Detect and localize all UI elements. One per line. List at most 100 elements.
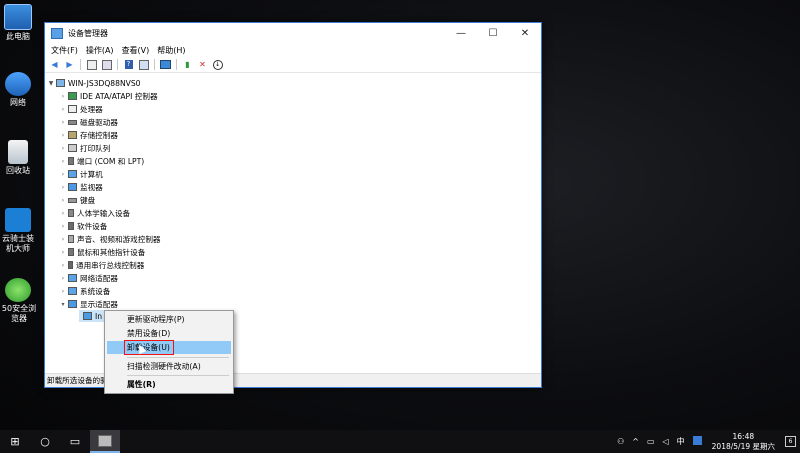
tree-item-network[interactable]: › 网络适配器: [59, 272, 118, 284]
tree-root[interactable]: ▼ WIN-JS3DQ88NVS0: [47, 77, 141, 89]
menu-view[interactable]: 查看(V): [118, 45, 154, 56]
tree-item-label: 软件设备: [77, 221, 108, 231]
processor-icon: [68, 105, 77, 113]
menu-item-properties[interactable]: 属性(R): [107, 378, 231, 391]
expand-arrow-icon[interactable]: ›: [59, 106, 67, 113]
expand-arrow-icon[interactable]: ›: [59, 158, 67, 165]
collapse-arrow-icon[interactable]: ▼: [47, 80, 55, 87]
tree-item-computer[interactable]: › 计算机: [59, 168, 103, 180]
view-icon[interactable]: [138, 59, 149, 70]
tree-item-ide[interactable]: › IDE ATA/ATAPI 控制器: [59, 90, 158, 102]
tree-item-ports[interactable]: › 端口 (COM 和 LPT): [59, 155, 144, 167]
desktop-icon-browser[interactable]: 50安全浏览器: [0, 278, 36, 324]
toolbar: ◀ ▶ ? ▮ ✕ ↓: [45, 57, 541, 73]
expand-arrow-icon[interactable]: ›: [59, 171, 67, 178]
ide-controller-icon: [68, 92, 77, 100]
ime-indicator[interactable]: 中: [673, 436, 689, 447]
tree-item-mouse[interactable]: › 鼠标和其他指针设备: [59, 246, 146, 258]
menu-item-scan-hardware[interactable]: 扫描检测硬件改动(A): [107, 360, 231, 373]
menu-action[interactable]: 操作(A): [82, 45, 118, 56]
start-button[interactable]: ⊞: [0, 430, 30, 453]
tree-item-display[interactable]: ▾ 显示适配器: [59, 298, 117, 310]
expand-arrow-icon[interactable]: ›: [59, 223, 67, 230]
installer-icon: [5, 208, 31, 232]
help-icon[interactable]: ?: [123, 59, 134, 70]
tree-item-processor[interactable]: › 处理器: [59, 103, 103, 115]
task-view-button[interactable]: ▭: [60, 430, 90, 453]
tree-item-label: 处理器: [80, 104, 103, 114]
browser-icon: [5, 278, 31, 302]
show-hidden-icon[interactable]: ^: [628, 437, 643, 446]
tree-item-monitor[interactable]: › 监视器: [59, 181, 103, 193]
volume-icon[interactable]: ◁: [659, 437, 673, 446]
scan-icon[interactable]: ↓: [212, 59, 223, 70]
tree-item-label: 人体学输入设备: [77, 208, 131, 218]
menu-item-update-driver[interactable]: 更新驱动程序(P): [107, 313, 231, 326]
desktop-icon-recycle-bin[interactable]: 回收站: [0, 140, 36, 176]
network-tray-icon[interactable]: ▭: [643, 437, 659, 446]
menu-separator: [127, 357, 229, 358]
desktop-icon-network[interactable]: 网络: [0, 72, 36, 108]
expand-arrow-icon[interactable]: ›: [59, 288, 67, 295]
clock[interactable]: 16:48 2018/5/19 星期六: [706, 432, 781, 452]
desktop-icon-installer[interactable]: 云骑士装机大师: [0, 208, 36, 254]
mouse-icon: [68, 248, 74, 256]
menu-bar: 文件(F) 操作(A) 查看(V) 帮助(H): [45, 43, 541, 57]
expand-arrow-icon[interactable]: ›: [59, 262, 67, 269]
menu-item-disable-device[interactable]: 禁用设备(D): [107, 327, 231, 340]
tree-item-hid[interactable]: › 人体学输入设备: [59, 207, 130, 219]
minimize-button[interactable]: —: [445, 23, 477, 43]
expand-arrow-icon[interactable]: ›: [59, 145, 67, 152]
computer-icon: [4, 4, 32, 30]
expand-arrow-icon[interactable]: ›: [59, 132, 67, 139]
search-button[interactable]: ○: [30, 430, 60, 453]
update-driver-icon[interactable]: ▮: [182, 59, 193, 70]
tree-item-label: 存储控制器: [80, 130, 118, 140]
tree-item-usb[interactable]: › 通用串行总线控制器: [59, 259, 145, 271]
expand-arrow-icon[interactable]: ›: [59, 119, 67, 126]
tree-item-print-queue[interactable]: › 打印队列: [59, 142, 111, 154]
port-icon: [68, 157, 74, 165]
tree-item-keyboard[interactable]: › 键盘: [59, 194, 95, 206]
expand-arrow-icon[interactable]: ›: [59, 275, 67, 282]
expand-arrow-icon[interactable]: ›: [59, 249, 67, 256]
monitor-icon[interactable]: [160, 59, 171, 70]
menu-help[interactable]: 帮助(H): [153, 45, 189, 56]
taskbar-device-manager[interactable]: [90, 430, 120, 453]
notification-count: 6: [785, 436, 796, 447]
desktop-icon-computer[interactable]: 此电脑: [0, 4, 36, 42]
uninstall-icon[interactable]: ✕: [197, 59, 208, 70]
system-device-icon: [68, 287, 77, 295]
tree-root-label: WIN-JS3DQ88NVS0: [68, 78, 141, 88]
list-icon[interactable]: [101, 59, 112, 70]
tree-item-software-devices[interactable]: › 软件设备: [59, 220, 108, 232]
menu-file[interactable]: 文件(F): [47, 45, 82, 56]
properties-icon[interactable]: [86, 59, 97, 70]
expand-arrow-icon[interactable]: ›: [59, 184, 67, 191]
people-icon[interactable]: ⚇: [613, 437, 628, 446]
notification-icon[interactable]: 6: [781, 436, 800, 447]
title-bar[interactable]: 设备管理器 — ☐ ✕: [45, 23, 541, 43]
storage-controller-icon: [68, 131, 77, 139]
user-tray-icon[interactable]: [689, 436, 706, 447]
clock-time: 16:48: [732, 431, 755, 441]
maximize-button[interactable]: ☐: [477, 23, 509, 43]
forward-icon[interactable]: ▶: [64, 59, 75, 70]
tree-item-storage[interactable]: › 存储控制器: [59, 129, 118, 141]
expand-arrow-icon[interactable]: ›: [59, 93, 67, 100]
tree-item-disk[interactable]: › 磁盘驱动器: [59, 116, 118, 128]
back-icon[interactable]: ◀: [49, 59, 60, 70]
tree-item-audio[interactable]: › 声音、视频和游戏控制器: [59, 233, 161, 245]
close-button[interactable]: ✕: [509, 23, 541, 43]
expand-arrow-icon[interactable]: ›: [59, 210, 67, 217]
expand-arrow-icon[interactable]: ›: [59, 197, 67, 204]
tree-item-label: 监视器: [80, 182, 103, 192]
computer-icon: [56, 79, 65, 87]
collapse-arrow-icon[interactable]: ▾: [59, 301, 67, 308]
desktop-icon-label: 回收站: [6, 166, 30, 175]
toolbar-divider: [154, 59, 155, 70]
tree-item-system[interactable]: › 系统设备: [59, 285, 111, 297]
expand-arrow-icon[interactable]: ›: [59, 236, 67, 243]
device-manager-icon: [98, 434, 112, 447]
tree-item-label: 网络适配器: [80, 273, 118, 283]
